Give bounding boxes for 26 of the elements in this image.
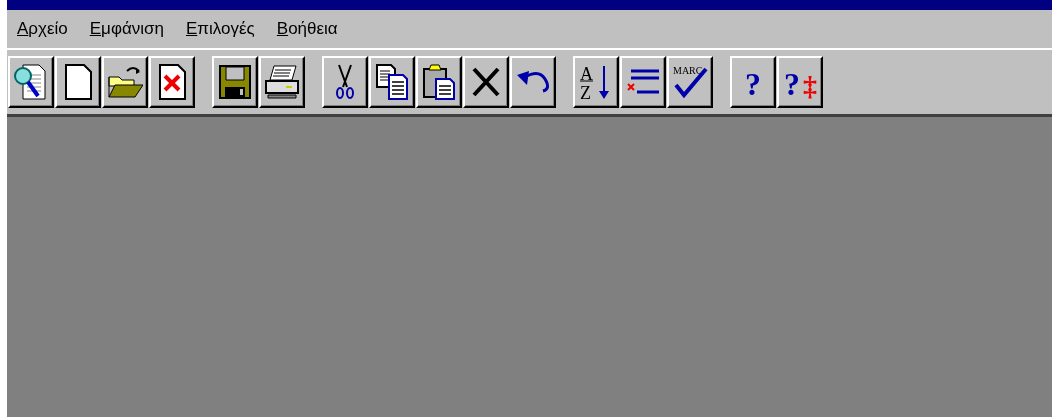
- copy-pages-icon: [374, 63, 410, 101]
- toolbar-button[interactable]: [212, 56, 258, 108]
- help-icon: ?: [735, 63, 771, 101]
- toolbar-button[interactable]: [322, 56, 368, 108]
- toolbar-button[interactable]: [259, 56, 305, 108]
- toolbar-button[interactable]: A Z: [573, 56, 619, 108]
- menu-item[interactable]: Βοήθεια: [276, 19, 338, 39]
- menu-item[interactable]: Εμφάνιση: [89, 19, 164, 39]
- menu-item[interactable]: Αρχείο: [17, 19, 68, 39]
- toolbar-button[interactable]: [463, 56, 509, 108]
- help-icon: ?‡: [782, 63, 818, 101]
- toolbar-button[interactable]: ?‡: [777, 56, 823, 108]
- document-magnifier-icon: [13, 63, 49, 101]
- toolbar-button[interactable]: ?: [730, 56, 776, 108]
- toolbar-button[interactable]: [55, 56, 101, 108]
- toolbar-button[interactable]: [369, 56, 415, 108]
- menu-item[interactable]: Επιλογές: [185, 19, 255, 39]
- toolbar-button[interactable]: [620, 56, 666, 108]
- toolbar-button[interactable]: MARC: [667, 56, 713, 108]
- clipboard-icon: [421, 63, 457, 101]
- toolbar-button[interactable]: [102, 56, 148, 108]
- toolbar-button[interactable]: [416, 56, 462, 108]
- toolbar-button[interactable]: [149, 56, 195, 108]
- toolbar-button[interactable]: [8, 56, 54, 108]
- printer-icon: [264, 63, 300, 101]
- toolbar-button[interactable]: [510, 56, 556, 108]
